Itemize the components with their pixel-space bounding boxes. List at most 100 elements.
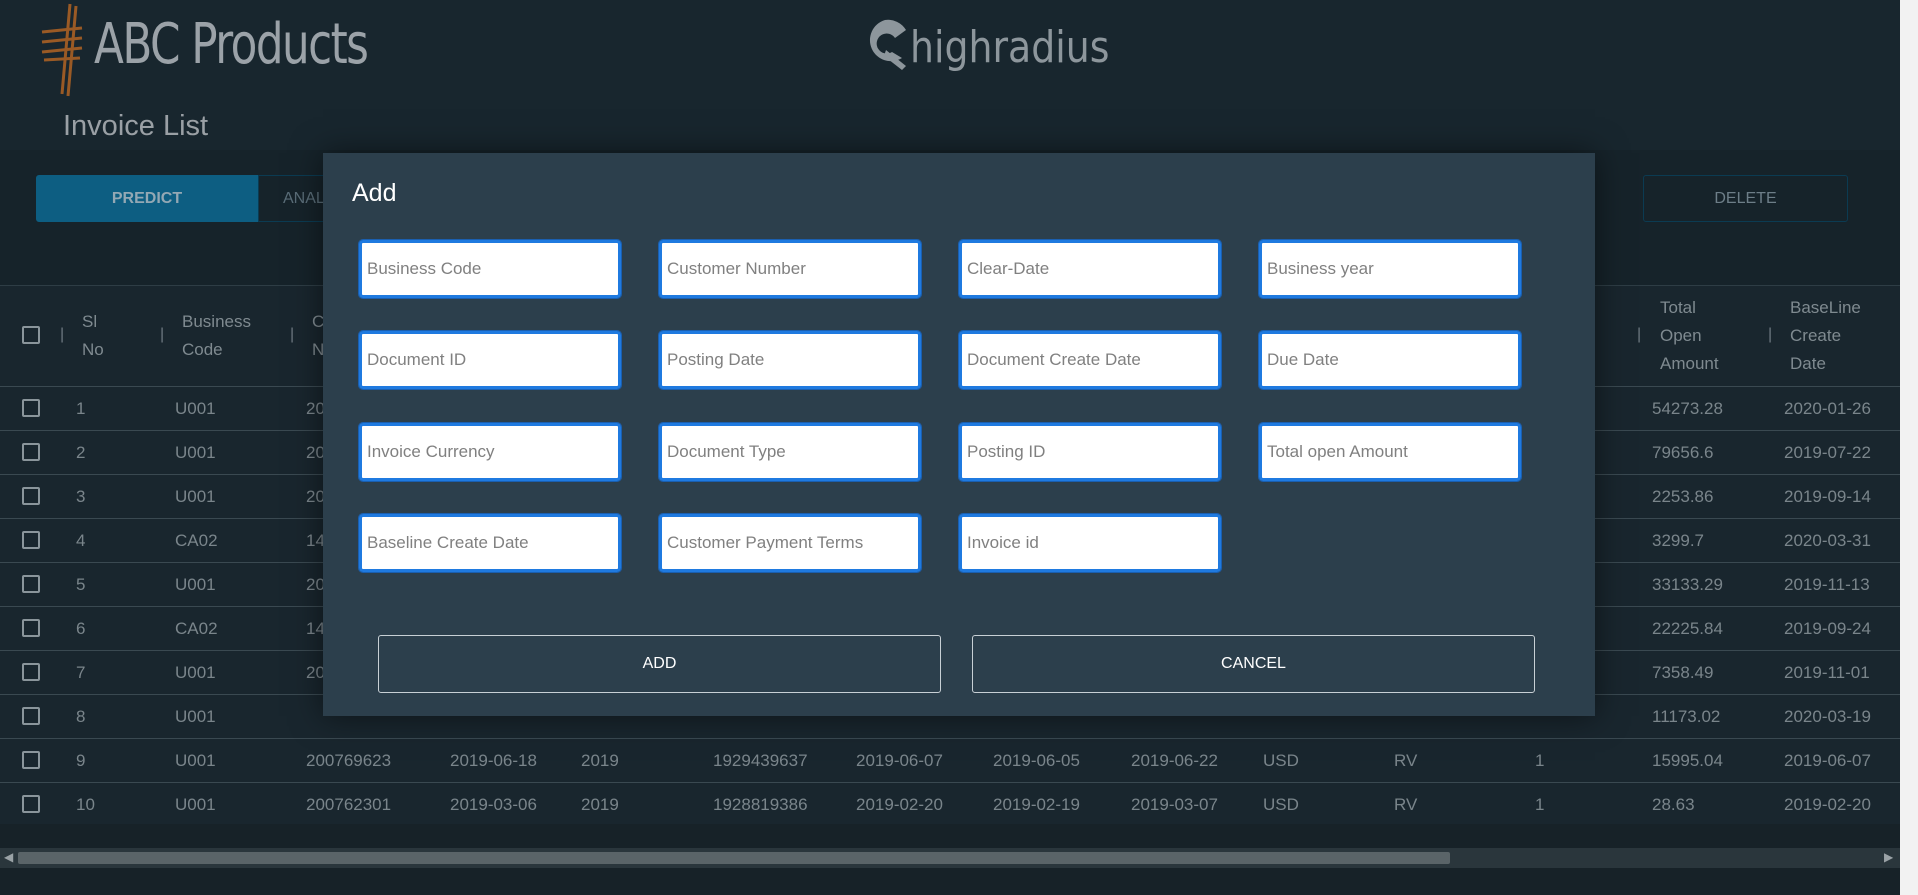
posting-date-input[interactable] [658,330,922,390]
cell-baseline-create-date: 2019-09-14 [1784,487,1871,506]
cell-value: 2019-02-19 [993,795,1080,814]
column-separator: | [1637,326,1642,343]
business-year-input[interactable] [1258,239,1522,299]
document-create-date-input[interactable] [958,330,1222,390]
cell-business-code: U001 [175,443,216,462]
cell-business-code: U001 [175,575,216,594]
cell-business-code: U001 [175,663,216,682]
select-all-checkbox[interactable] [22,326,40,344]
column-separator: | [160,326,165,343]
posting-id-input[interactable] [958,422,1222,482]
cell-sl-no: 3 [76,487,86,506]
cell-value: RV [1394,751,1418,770]
cell-baseline-create-date: 2019-09-24 [1784,619,1871,638]
delete-button[interactable]: DELETE [1643,175,1848,222]
cell-value: 2019 [581,751,619,770]
scrollbar-thumb[interactable] [18,852,1450,864]
due-date-input[interactable] [1258,330,1522,390]
cell-value: 1 [1535,751,1545,770]
table-row[interactable]: 10 U001 200762301 2019-03-06 2019 1928819386 2… [0,783,1900,824]
baseline-create-date-input[interactable] [358,513,622,573]
cell-value: 2019 [581,795,619,814]
cell-baseline-create-date: 2019-11-13 [1784,575,1870,594]
app-header: ABC Products highradius Invoice List [0,0,1918,150]
cell-baseline-create-date: 2020-03-31 [1784,531,1871,550]
cell-value: USD [1263,751,1299,770]
customer-number-input[interactable] [658,239,922,299]
cell-customer-number: 200762301 [306,795,392,814]
row-checkbox[interactable] [22,663,40,681]
cell-value: 2019-06-05 [993,751,1080,770]
cell-value: 2019-03-06 [450,795,537,814]
clear-date-input[interactable] [958,239,1222,299]
cell-total-open-amount: 15995.04 [1652,751,1723,770]
cell-value: RV [1394,795,1418,814]
row-checkbox[interactable] [22,399,40,417]
cell-value: 1 [1535,795,1545,814]
row-checkbox[interactable] [22,707,40,725]
horizontal-scrollbar[interactable]: ◀ ▶ [0,848,1900,868]
row-checkbox[interactable] [22,619,40,637]
cell-business-code: U001 [175,795,216,814]
add-invoice-dialog: Add ADD CANCEL [323,153,1595,716]
cell-customer-number: 200769623 [306,751,392,770]
row-checkbox[interactable] [22,487,40,505]
cell-total-open-amount: 3299.7 [1652,531,1704,550]
table-row[interactable]: 9 U001 200769623 2019-06-18 2019 1929439637 20… [0,739,1900,783]
cell-sl-no: 4 [76,531,86,550]
cell-sl-no: 9 [76,751,86,770]
cell-value: 2019-02-20 [856,795,943,814]
cell-sl-no: 8 [76,707,86,726]
row-checkbox[interactable] [22,443,40,461]
row-checkbox[interactable] [22,751,40,769]
row-checkbox[interactable] [22,531,40,549]
cell-sl-no: 6 [76,619,86,638]
predict-button[interactable]: PREDICT [36,175,258,222]
row-checkbox[interactable] [22,575,40,593]
cell-business-code: U001 [175,707,216,726]
scroll-left-icon[interactable]: ◀ [4,850,13,864]
cell-sl-no: 2 [76,443,86,462]
column-header-business-code[interactable]: Business Code [182,308,251,364]
cell-value: 2019-06-07 [856,751,943,770]
abc-logo-icon [41,3,83,97]
dialog-title: Add [352,179,397,207]
window-edge [1900,0,1918,895]
cell-business-code: U001 [175,399,216,418]
document-type-input[interactable] [658,422,922,482]
document-id-input[interactable] [358,330,622,390]
cell-baseline-create-date: 2019-06-07 [1784,751,1871,770]
cell-value: 2019-06-18 [450,751,537,770]
business-code-input[interactable] [358,239,622,299]
cell-value: 1929439637 [713,751,808,770]
cell-business-code: CA02 [175,531,218,550]
cancel-button[interactable]: CANCEL [972,635,1535,693]
column-separator: | [1768,326,1773,343]
cell-baseline-create-date: 2019-11-01 [1784,663,1870,682]
cell-value: 1928819386 [713,795,808,814]
scroll-right-icon[interactable]: ▶ [1884,850,1893,864]
cell-business-code: CA02 [175,619,218,638]
cell-value: 2019-06-22 [1131,751,1218,770]
page-title: Invoice List [63,110,209,142]
column-header-total-open-amount[interactable]: Total Open Amount [1660,294,1719,378]
invoice-id-input[interactable] [958,513,1222,573]
column-header-sl-no[interactable]: Sl No [82,308,104,364]
column-separator: | [290,326,295,343]
add-button[interactable]: ADD [378,635,941,693]
cell-total-open-amount: 54273.28 [1652,399,1723,418]
invoice-currency-input[interactable] [358,422,622,482]
row-checkbox[interactable] [22,795,40,813]
total-open-amount-input[interactable] [1258,422,1522,482]
cell-total-open-amount: 11173.02 [1652,707,1721,726]
customer-payment-terms-input[interactable] [658,513,922,573]
highradius-text: highradius [910,22,1110,73]
highradius-icon [869,19,906,70]
cell-value: 2019-03-07 [1131,795,1218,814]
cell-total-open-amount: 22225.84 [1652,619,1723,638]
column-header-baseline-create-date[interactable]: BaseLine Create Date [1790,294,1861,378]
cell-total-open-amount: 2253.86 [1652,487,1714,506]
cell-baseline-create-date: 2020-01-26 [1784,399,1871,418]
column-separator: | [60,326,65,343]
cell-business-code: U001 [175,751,216,770]
